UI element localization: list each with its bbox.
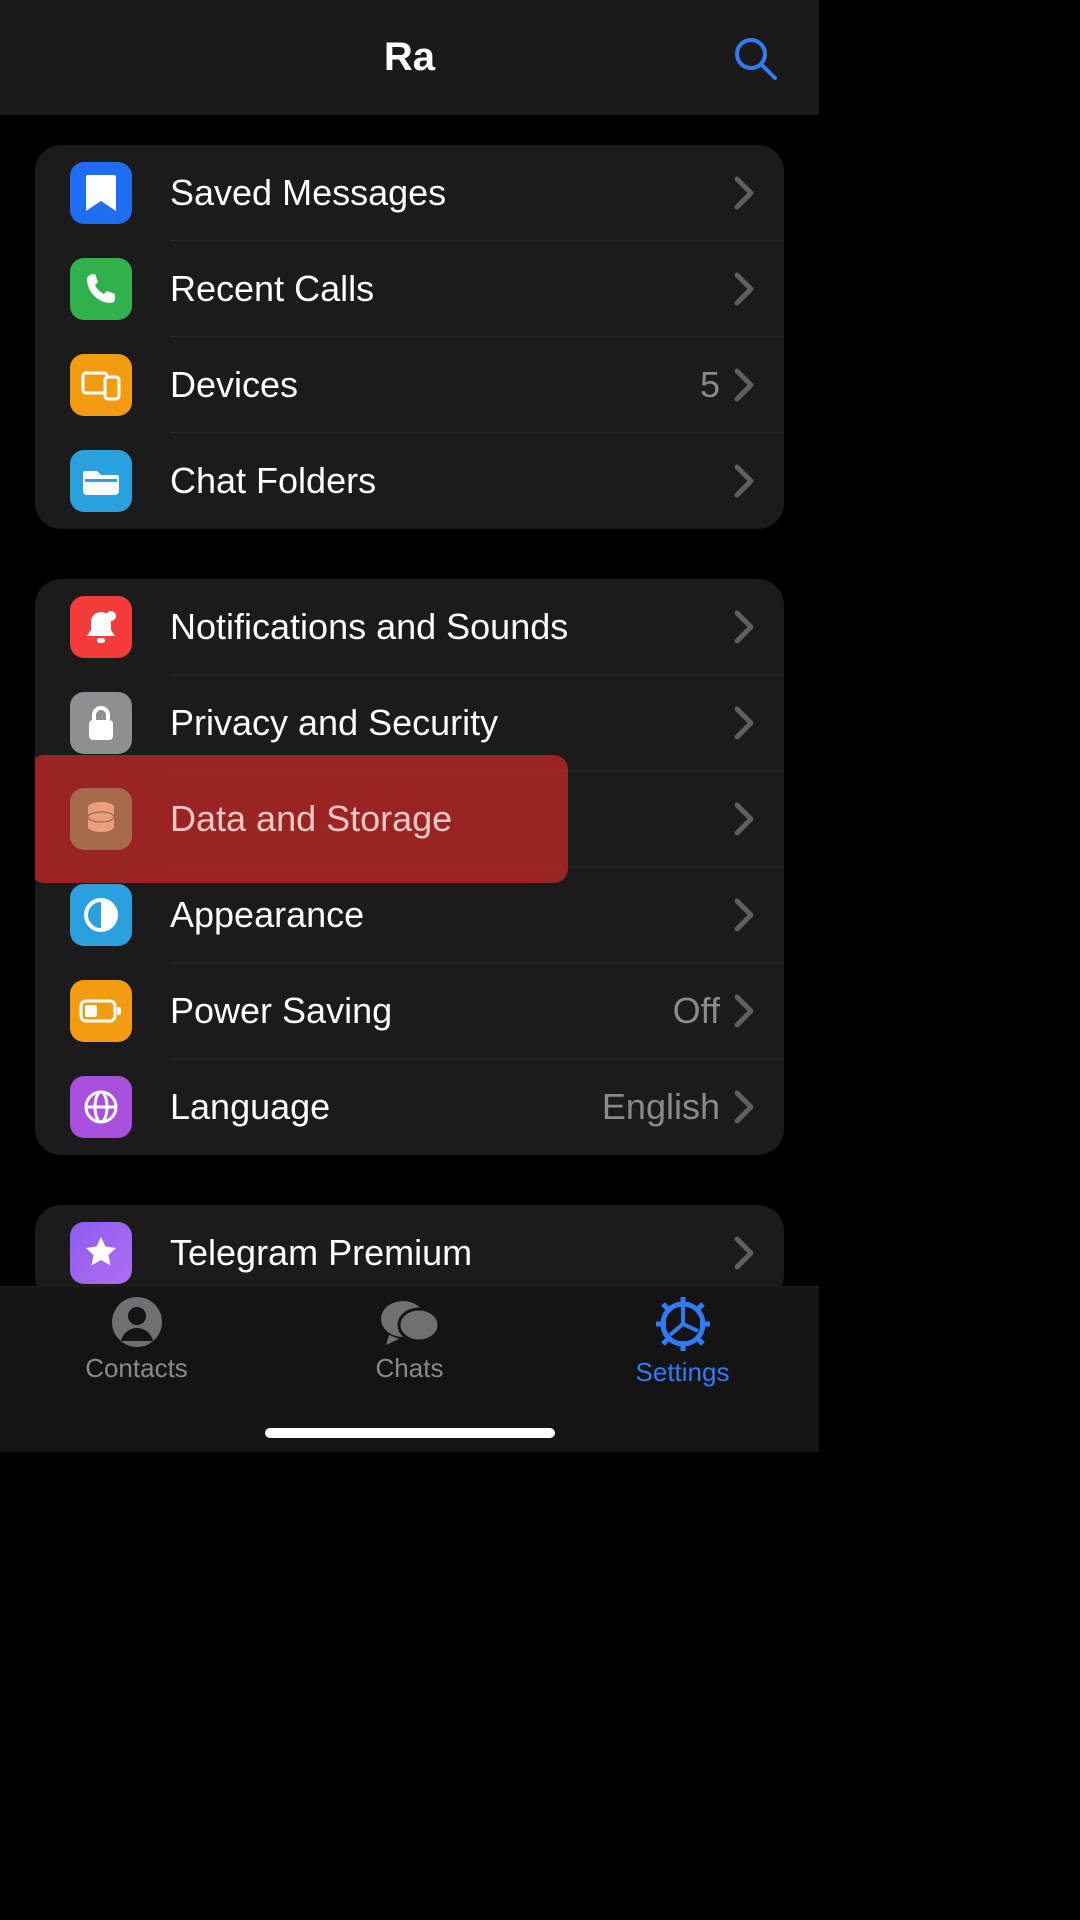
chevron-right-icon: [734, 994, 754, 1028]
tab-chats[interactable]: Chats: [273, 1295, 546, 1384]
settings-list: Saved Messages Recent Calls Devices 5: [0, 115, 819, 1301]
row-label: Privacy and Security: [170, 702, 734, 744]
bookmark-icon: [70, 162, 132, 224]
star-icon: [70, 1222, 132, 1284]
row-label: Saved Messages: [170, 172, 734, 214]
database-icon: [70, 788, 132, 850]
chevron-right-icon: [734, 464, 754, 498]
bell-icon: [70, 596, 132, 658]
settings-icon: [654, 1295, 712, 1353]
chevron-right-icon: [734, 272, 754, 306]
row-devices[interactable]: Devices 5: [35, 337, 784, 433]
home-indicator: [265, 1428, 555, 1438]
row-label: Appearance: [170, 894, 734, 936]
settings-group: Saved Messages Recent Calls Devices 5: [35, 145, 784, 529]
tab-bar: Contacts Chats Settings: [0, 1286, 819, 1452]
folder-icon: [70, 450, 132, 512]
row-label: Data and Storage: [170, 798, 734, 840]
search-button[interactable]: [731, 34, 779, 82]
globe-icon: [70, 1076, 132, 1138]
header: Ra: [0, 0, 819, 115]
row-label: Chat Folders: [170, 460, 734, 502]
battery-icon: [70, 980, 132, 1042]
row-label: Telegram Premium: [170, 1232, 734, 1274]
contacts-icon: [110, 1295, 164, 1349]
row-value: English: [602, 1086, 720, 1128]
row-label: Language: [170, 1086, 602, 1128]
row-data-storage[interactable]: Data and Storage: [35, 771, 784, 867]
devices-icon: [70, 354, 132, 416]
row-value: Off: [673, 990, 720, 1032]
half-circle-icon: [70, 884, 132, 946]
row-label: Power Saving: [170, 990, 673, 1032]
row-power-saving[interactable]: Power Saving Off: [35, 963, 784, 1059]
chevron-right-icon: [734, 1090, 754, 1124]
chevron-right-icon: [734, 368, 754, 402]
row-value: 5: [700, 364, 720, 406]
row-recent-calls[interactable]: Recent Calls: [35, 241, 784, 337]
tab-label: Contacts: [85, 1353, 188, 1384]
chevron-right-icon: [734, 898, 754, 932]
search-icon: [731, 34, 779, 82]
chevron-right-icon: [734, 802, 754, 836]
page-title: Ra: [384, 35, 435, 80]
row-privacy[interactable]: Privacy and Security: [35, 675, 784, 771]
chevron-right-icon: [734, 610, 754, 644]
row-saved-messages[interactable]: Saved Messages: [35, 145, 784, 241]
chevron-right-icon: [734, 176, 754, 210]
row-label: Devices: [170, 364, 700, 406]
row-notifications[interactable]: Notifications and Sounds: [35, 579, 784, 675]
row-label: Recent Calls: [170, 268, 734, 310]
settings-group: Notifications and Sounds Privacy and Sec…: [35, 579, 784, 1155]
tab-contacts[interactable]: Contacts: [0, 1295, 273, 1384]
chevron-right-icon: [734, 1236, 754, 1270]
row-language[interactable]: Language English: [35, 1059, 784, 1155]
tab-label: Chats: [376, 1353, 444, 1384]
row-label: Notifications and Sounds: [170, 606, 734, 648]
tab-label: Settings: [636, 1357, 730, 1388]
tab-settings[interactable]: Settings: [546, 1295, 819, 1388]
chevron-right-icon: [734, 706, 754, 740]
row-chat-folders[interactable]: Chat Folders: [35, 433, 784, 529]
lock-icon: [70, 692, 132, 754]
phone-icon: [70, 258, 132, 320]
chats-icon: [379, 1295, 441, 1349]
row-appearance[interactable]: Appearance: [35, 867, 784, 963]
